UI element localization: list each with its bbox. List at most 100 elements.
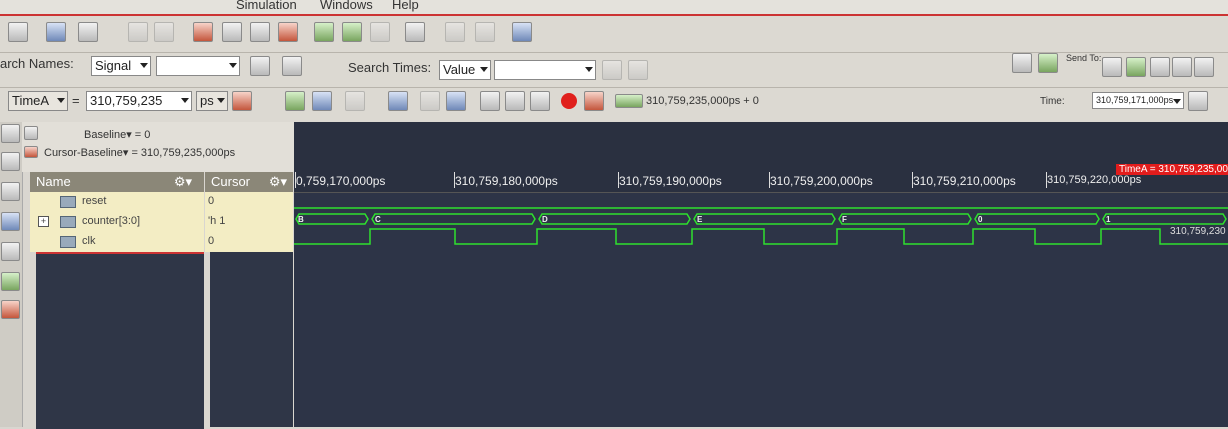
side-tool-2-icon[interactable] (1, 152, 20, 171)
redo-icon[interactable] (154, 22, 174, 42)
main-toolbar (0, 16, 1228, 53)
menu-windows[interactable]: Windows (320, 0, 373, 12)
search-toolbar: arch Names: Signal Search Times: Value S… (0, 53, 1228, 88)
copy-icon[interactable] (222, 22, 242, 42)
counter-segment-label: F (842, 215, 847, 224)
send-to-4-icon[interactable] (1172, 57, 1192, 77)
edge-search-icon[interactable] (345, 91, 365, 111)
format-icon[interactable] (475, 22, 495, 42)
counter-bus-segment (538, 213, 691, 225)
rewind-icon[interactable] (446, 91, 466, 111)
new-icon[interactable] (8, 22, 28, 42)
send-to-1-icon[interactable] (1102, 57, 1122, 77)
side-tool-1-icon[interactable] (1, 124, 20, 143)
open-icon[interactable] (78, 22, 98, 42)
group-icon[interactable] (342, 22, 362, 42)
step-in-icon[interactable] (505, 91, 525, 111)
name-column-gear-icon[interactable]: ⚙▾ (174, 172, 192, 192)
run-icon[interactable] (388, 91, 408, 111)
save-icon[interactable] (46, 22, 66, 42)
counter-segment-label: D (542, 215, 548, 224)
counter-segment-label: B (298, 215, 304, 224)
counter-bus-segment (295, 213, 369, 225)
counter-bus-segment (693, 213, 836, 225)
search-names-label: arch Names: (0, 56, 74, 71)
record-stop-icon[interactable] (584, 91, 604, 111)
time-unit-select[interactable]: ps (196, 91, 228, 111)
zoom-icon[interactable] (512, 22, 532, 42)
send-to-2-icon[interactable] (1126, 57, 1146, 77)
baseline-label[interactable]: Baseline▾ = 0 (84, 128, 150, 141)
find-icon[interactable] (405, 22, 425, 42)
menu-simulation[interactable]: Simulation (236, 0, 297, 12)
side-tool-3-icon[interactable] (1, 182, 20, 201)
cursor-column-header[interactable]: Cursor ⚙▾ (205, 172, 293, 192)
signal-name-list: reset + counter[3:0] clk (30, 192, 204, 252)
signal-row-clk[interactable]: clk (30, 232, 204, 251)
prev-edge-icon[interactable] (285, 91, 305, 111)
search-times-input[interactable] (494, 60, 596, 80)
expand-icon[interactable]: + (38, 216, 49, 227)
time-toolbar: TimeA = 310,759,235 ps 310,759,235,000ps… (0, 88, 1228, 123)
signal-icon (60, 196, 76, 208)
add-signal-icon[interactable] (314, 22, 334, 42)
paste-icon[interactable] (250, 22, 270, 42)
side-tool-6-icon[interactable] (1, 272, 20, 291)
time-field-select[interactable]: 310,759,171,000ps (1092, 92, 1184, 109)
signal-icon (60, 236, 76, 248)
step-icon[interactable] (480, 91, 500, 111)
counter-bus-segment (1102, 213, 1227, 225)
marker-icon[interactable] (232, 91, 252, 111)
record-icon[interactable] (561, 93, 577, 109)
time-marker-select[interactable]: TimeA (8, 91, 68, 111)
cursor-column-gear-icon[interactable]: ⚙▾ (269, 172, 287, 192)
time-label: Time: (1040, 96, 1065, 107)
side-tool-7-icon[interactable] (1, 300, 20, 319)
undo-icon[interactable] (128, 22, 148, 42)
counter-segment-label: 0 (978, 215, 983, 224)
menu-help[interactable]: Help (392, 0, 419, 12)
search-times-mode-select[interactable]: Value (439, 60, 491, 80)
search-next-icon[interactable] (282, 56, 302, 76)
send-to-5-icon[interactable] (1194, 57, 1214, 77)
equals-label: = (72, 93, 80, 108)
send-to-label: Send To: (1066, 53, 1102, 63)
cursor-value-list: 0 'h 1 0 (205, 192, 293, 252)
signal-row-counter[interactable]: + counter[3:0] (30, 212, 204, 231)
tools-icon[interactable] (1012, 53, 1032, 73)
baseline-header: Baseline▾ = 0 Cursor-Baseline▾ = 310,759… (22, 122, 294, 172)
counter-segment-label: E (697, 215, 703, 224)
counter-segment-label: 1 (1106, 215, 1111, 224)
search-prev-icon[interactable] (250, 56, 270, 76)
name-column-header[interactable]: Name ⚙▾ (30, 172, 204, 192)
add-green-icon[interactable] (1038, 53, 1058, 73)
waveform-canvas[interactable] (294, 122, 1228, 427)
layout-icon[interactable] (445, 22, 465, 42)
step-out-icon[interactable] (530, 91, 550, 111)
search-names-input[interactable] (156, 56, 240, 76)
waveform-pane[interactable]: 0,759,170,000ps 310,759,180,000ps 310,75… (294, 122, 1228, 427)
left-tool-strip (0, 122, 23, 427)
search-names-mode-select[interactable]: Signal (91, 56, 151, 76)
search-times-next-icon[interactable] (628, 60, 648, 80)
stop-icon[interactable] (420, 91, 440, 111)
side-tool-4-icon[interactable] (1, 212, 20, 231)
search-times-prev-icon[interactable] (602, 60, 622, 80)
counter-segment-label: C (375, 215, 381, 224)
cursor-value-clk: 0 (208, 235, 215, 247)
time-value-input[interactable]: 310,759,235 (86, 91, 192, 111)
cut-icon[interactable] (193, 22, 213, 42)
zoom-time-icon[interactable] (1188, 91, 1208, 111)
next-edge-icon[interactable] (312, 91, 332, 111)
side-tool-5-icon[interactable] (1, 242, 20, 261)
signal-row-reset[interactable]: reset (30, 192, 204, 211)
cursor-value-reset: 0 (208, 195, 215, 207)
baseline-icon (24, 126, 38, 140)
cursor-baseline-icon (24, 146, 38, 158)
cursor-value-counter: 'h 1 (208, 215, 226, 227)
counter-bus-segment (838, 213, 972, 225)
send-to-3-icon[interactable] (1150, 57, 1170, 77)
counter-bus-segment (974, 213, 1100, 225)
ungroup-icon[interactable] (370, 22, 390, 42)
delete-icon[interactable] (278, 22, 298, 42)
